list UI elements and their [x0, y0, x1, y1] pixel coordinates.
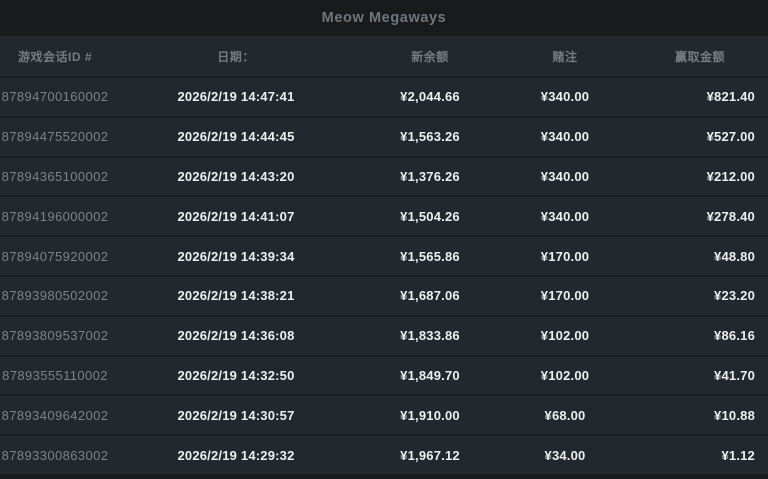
table-header-row: 游戏会话ID # 日期： 新余额 赌注 赢取金额	[0, 36, 768, 78]
table-row: 87894075920002 2026/2/19 14:39:34 ¥1,565…	[0, 237, 768, 277]
date-cell: 2026/2/19 14:30:57	[110, 408, 362, 423]
win-cell: ¥48.80	[632, 249, 768, 264]
date-cell: 2026/2/19 14:32:50	[110, 368, 362, 383]
bet-cell: ¥340.00	[498, 129, 632, 144]
table-row: 87894475520002 2026/2/19 14:44:45 ¥1,563…	[0, 118, 768, 158]
date-cell: 2026/2/19 14:47:41	[110, 89, 362, 104]
balance-cell: ¥1,563.26	[362, 129, 498, 144]
balance-cell: ¥1,910.00	[362, 408, 498, 423]
balance-cell: ¥1,376.26	[362, 169, 498, 184]
session-id-cell: 87894365100002	[0, 169, 110, 184]
win-cell: ¥278.40	[632, 209, 768, 224]
table-row: 87894700160002 2026/2/19 14:47:41 ¥2,044…	[0, 78, 768, 118]
win-cell: ¥212.00	[632, 169, 768, 184]
session-id-cell: 87893980502002	[0, 288, 110, 303]
bet-cell: ¥340.00	[498, 169, 632, 184]
table-row: 87893409642002 2026/2/19 14:30:57 ¥1,910…	[0, 396, 768, 436]
bet-cell: ¥170.00	[498, 288, 632, 303]
bet-cell: ¥102.00	[498, 368, 632, 383]
date-cell: 2026/2/19 14:44:45	[110, 129, 362, 144]
balance-cell: ¥2,044.66	[362, 89, 498, 104]
win-cell: ¥1.12	[632, 448, 768, 463]
session-id-cell: 87893300863002	[0, 448, 110, 463]
bet-cell: ¥34.00	[498, 448, 632, 463]
session-id-cell: 87893809537002	[0, 328, 110, 343]
bet-cell: ¥170.00	[498, 249, 632, 264]
bet-cell: ¥102.00	[498, 328, 632, 343]
column-header-win: 赢取金额	[632, 48, 768, 65]
table-row: 87893300863002 2026/2/19 14:29:32 ¥1,967…	[0, 436, 768, 476]
column-header-bet: 赌注	[498, 48, 632, 65]
win-cell: ¥41.70	[632, 368, 768, 383]
date-cell: 2026/2/19 14:41:07	[110, 209, 362, 224]
balance-cell: ¥1,833.86	[362, 328, 498, 343]
date-cell: 2026/2/19 14:43:20	[110, 169, 362, 184]
win-cell: ¥23.20	[632, 288, 768, 303]
column-header-session-id: 游戏会话ID #	[0, 48, 110, 65]
date-cell: 2026/2/19 14:38:21	[110, 288, 362, 303]
balance-cell: ¥1,565.86	[362, 249, 498, 264]
session-id-cell: 87893409642002	[0, 408, 110, 423]
date-cell: 2026/2/19 14:29:32	[110, 448, 362, 463]
session-id-cell: 87894700160002	[0, 89, 110, 104]
balance-cell: ¥1,849.70	[362, 368, 498, 383]
balance-cell: ¥1,687.06	[362, 288, 498, 303]
table-row: 87893555110002 2026/2/19 14:32:50 ¥1,849…	[0, 357, 768, 397]
table-body: 87894700160002 2026/2/19 14:47:41 ¥2,044…	[0, 78, 768, 476]
balance-cell: ¥1,967.12	[362, 448, 498, 463]
session-id-cell: 87894475520002	[0, 129, 110, 144]
title-bar: Meow Megaways	[0, 0, 768, 36]
bet-cell: ¥340.00	[498, 89, 632, 104]
page-title: Meow Megaways	[322, 10, 447, 26]
table-row: 87894365100002 2026/2/19 14:43:20 ¥1,376…	[0, 158, 768, 198]
table-row: 87894196000002 2026/2/19 14:41:07 ¥1,504…	[0, 197, 768, 237]
date-cell: 2026/2/19 14:36:08	[110, 328, 362, 343]
session-history-table: 游戏会话ID # 日期： 新余额 赌注 赢取金额 87894700160002 …	[0, 36, 768, 476]
table-row: 87893980502002 2026/2/19 14:38:21 ¥1,687…	[0, 277, 768, 317]
column-header-date: 日期：	[110, 48, 362, 65]
column-header-balance: 新余额	[362, 48, 498, 65]
win-cell: ¥527.00	[632, 129, 768, 144]
balance-cell: ¥1,504.26	[362, 209, 498, 224]
session-id-cell: 87894196000002	[0, 209, 110, 224]
bet-cell: ¥68.00	[498, 408, 632, 423]
table-row: 87893809537002 2026/2/19 14:36:08 ¥1,833…	[0, 317, 768, 357]
session-id-cell: 87893555110002	[0, 368, 110, 383]
date-cell: 2026/2/19 14:39:34	[110, 249, 362, 264]
win-cell: ¥86.16	[632, 328, 768, 343]
win-cell: ¥10.88	[632, 408, 768, 423]
bet-cell: ¥340.00	[498, 209, 632, 224]
win-cell: ¥821.40	[632, 89, 768, 104]
session-id-cell: 87894075920002	[0, 249, 110, 264]
